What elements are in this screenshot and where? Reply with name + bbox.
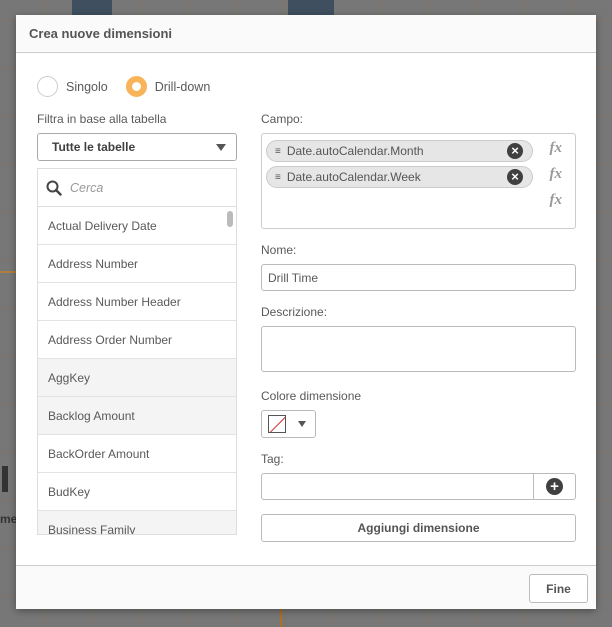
name-input[interactable] — [261, 264, 576, 291]
name-label: Nome: — [261, 243, 297, 257]
list-item[interactable]: BackOrder Amount — [38, 435, 236, 473]
field-pill-label: Date.autoCalendar.Week — [286, 170, 421, 184]
list-item[interactable]: AggKey — [38, 359, 236, 397]
add-tag-button[interactable]: + — [533, 473, 576, 500]
background-bar — [72, 0, 112, 15]
background-text: me — [0, 512, 18, 526]
background-bar — [288, 0, 334, 15]
search-row — [38, 169, 236, 207]
radio-circle-unchecked[interactable] — [37, 76, 58, 97]
dialog-footer: Fine — [16, 565, 596, 609]
radio-label: Drill-down — [154, 79, 211, 94]
list-item[interactable]: Actual Delivery Date — [38, 207, 236, 245]
caret-down-icon — [216, 143, 226, 151]
tag-label: Tag: — [261, 452, 284, 466]
campo-label: Campo: — [261, 112, 304, 126]
tag-row: + — [261, 473, 576, 500]
drag-handle-icon[interactable]: ≡ — [275, 146, 281, 157]
radio-drill-down[interactable]: Drill-down — [125, 76, 211, 97]
background-line — [280, 608, 282, 627]
table-filter-value: Tutte le tabelle — [52, 140, 136, 154]
plus-circle-icon: + — [546, 478, 563, 495]
search-icon — [46, 180, 62, 196]
add-dimension-button[interactable]: Aggiungi dimensione — [261, 514, 576, 542]
remove-field-icon[interactable]: × — [507, 169, 523, 185]
field-browser: Filtra in base alla tabella Tutte le tab… — [37, 112, 237, 535]
done-button[interactable]: Fine — [529, 574, 588, 603]
expression-fx-icon[interactable]: fx — [550, 166, 563, 183]
field-pill[interactable]: ≡ Date.autoCalendar.Month × — [266, 140, 533, 162]
search-input[interactable] — [70, 180, 220, 195]
radio-circle-checked[interactable] — [125, 76, 147, 97]
background-line — [0, 271, 17, 273]
description-input[interactable] — [261, 326, 576, 372]
color-label: Colore dimensione — [261, 389, 362, 403]
tag-input[interactable] — [261, 473, 533, 500]
dialog-title: Crea nuove dimensioni — [29, 26, 173, 41]
dimension-color-picker[interactable] — [261, 410, 316, 438]
field-list: Actual Delivery Date Address Number Addr… — [37, 168, 237, 535]
background-bar — [2, 466, 8, 492]
expression-fx-icon[interactable]: fx — [550, 140, 563, 157]
dimension-form: Campo: ≡ Date.autoCalendar.Month × fx ≡ … — [261, 112, 576, 542]
radio-singolo[interactable]: Singolo — [37, 76, 108, 97]
no-color-swatch-icon — [268, 415, 286, 433]
drag-handle-icon[interactable]: ≡ — [275, 172, 281, 183]
list-item[interactable]: Backlog Amount — [38, 397, 236, 435]
caret-down-icon — [298, 421, 306, 427]
table-filter-label: Filtra in base alla tabella — [37, 112, 167, 126]
drill-down-fields-box: ≡ Date.autoCalendar.Month × fx ≡ Date.au… — [261, 133, 576, 229]
dimension-type-radio-group: Singolo Drill-down — [37, 76, 228, 97]
remove-field-icon[interactable]: × — [507, 143, 523, 159]
list-item[interactable]: BudKey — [38, 473, 236, 511]
scrollbar-thumb[interactable] — [227, 211, 233, 227]
description-label: Descrizione: — [261, 305, 328, 319]
list-item[interactable]: Business Family — [38, 511, 236, 534]
field-pill[interactable]: ≡ Date.autoCalendar.Week × — [266, 166, 533, 188]
field-pill-label: Date.autoCalendar.Month — [286, 144, 424, 158]
table-filter-dropdown[interactable]: Tutte le tabelle — [37, 133, 237, 161]
create-dimension-dialog: Crea nuove dimensioni Singolo Drill-down… — [16, 15, 596, 609]
list-item[interactable]: Address Number Header — [38, 283, 236, 321]
dialog-header: Crea nuove dimensioni — [16, 15, 596, 53]
radio-label: Singolo — [66, 79, 108, 94]
expression-fx-icon[interactable]: fx — [550, 192, 563, 209]
list-item[interactable]: Address Order Number — [38, 321, 236, 359]
list-item[interactable]: Address Number — [38, 245, 236, 283]
